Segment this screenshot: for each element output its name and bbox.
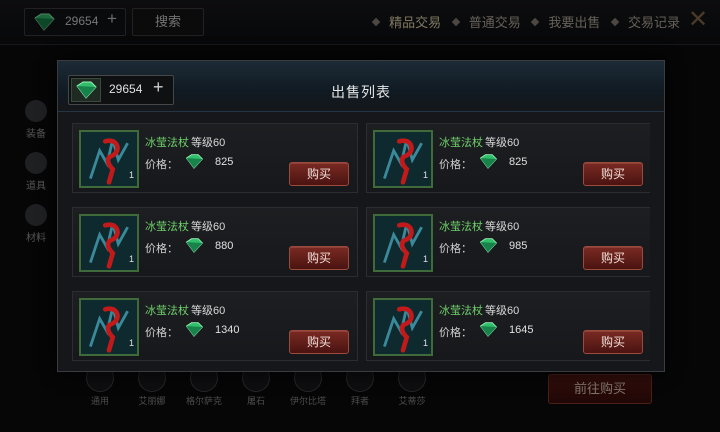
listing-card: 1 冰莹法杖 等级60 价格： 825 购买	[72, 123, 358, 193]
listing-card: 1 冰莹法杖 等级60 价格： 1340 购买	[72, 291, 358, 361]
listing-card: 1 冰莹法杖 等级60 价格： 985 购买	[366, 207, 650, 277]
item-name: 冰莹法杖	[439, 221, 483, 233]
item-name: 冰莹法杖	[145, 305, 189, 317]
price-value: 1340	[215, 324, 240, 336]
item-level: 等级60	[191, 305, 226, 317]
dialog-currency-display: 29654 +	[68, 75, 174, 105]
item-level: 等级60	[485, 221, 520, 233]
listing-card: 1 冰莹法杖 等级60 价格： 1645 购买	[366, 291, 650, 361]
currency-amount: 29654	[109, 82, 143, 96]
price-label: 价格：	[145, 159, 178, 171]
listing-card: 1 冰莹法杖 等级60 价格： 880 购买	[72, 207, 358, 277]
item-quantity: 1	[423, 254, 429, 264]
sale-list-dialog: 出售列表 29654 + 1 冰莹法杖 等级60 价格： 825 购买 1 冰莹…	[57, 60, 665, 372]
item-name: 冰莹法杖	[145, 221, 189, 233]
buy-button[interactable]: 购买	[583, 162, 643, 186]
gem-icon	[183, 237, 205, 254]
item-quantity: 1	[423, 338, 429, 348]
price-label: 价格：	[439, 159, 472, 171]
gem-icon	[73, 81, 99, 99]
item-level: 等级60	[485, 305, 520, 317]
price-value: 880	[215, 240, 234, 252]
gem-icon	[477, 237, 499, 254]
item-name: 冰莹法杖	[439, 137, 483, 149]
buy-button[interactable]: 购买	[583, 246, 643, 270]
item-level: 等级60	[191, 137, 226, 149]
add-currency-button[interactable]: +	[153, 77, 164, 98]
dialog-header: 出售列表 29654 +	[58, 61, 664, 112]
buy-button[interactable]: 购买	[289, 162, 349, 186]
price-value: 825	[509, 156, 528, 168]
price-label: 价格：	[439, 243, 472, 255]
item-quantity: 1	[129, 254, 135, 264]
gem-icon	[183, 321, 205, 338]
item-quantity: 1	[129, 338, 135, 348]
gem-frame	[71, 78, 101, 102]
item-quantity: 1	[423, 170, 429, 180]
listing-card: 1 冰莹法杖 等级60 价格： 825 购买	[366, 123, 650, 193]
price-value: 825	[215, 156, 234, 168]
item-name: 冰莹法杖	[439, 305, 483, 317]
listing-grid: 1 冰莹法杖 等级60 价格： 825 购买 1 冰莹法杖 等级60 价格： 8…	[72, 123, 650, 363]
price-value: 985	[509, 240, 528, 252]
item-level: 等级60	[485, 137, 520, 149]
price-label: 价格：	[145, 327, 178, 339]
gem-icon	[477, 321, 499, 338]
buy-button[interactable]: 购买	[289, 246, 349, 270]
buy-button[interactable]: 购买	[289, 330, 349, 354]
buy-button[interactable]: 购买	[583, 330, 643, 354]
gem-icon	[183, 153, 205, 170]
item-name: 冰莹法杖	[145, 137, 189, 149]
gem-icon	[477, 153, 499, 170]
item-quantity: 1	[129, 170, 135, 180]
price-label: 价格：	[439, 327, 472, 339]
price-value: 1645	[509, 324, 534, 336]
price-label: 价格：	[145, 243, 178, 255]
item-level: 等级60	[191, 221, 226, 233]
